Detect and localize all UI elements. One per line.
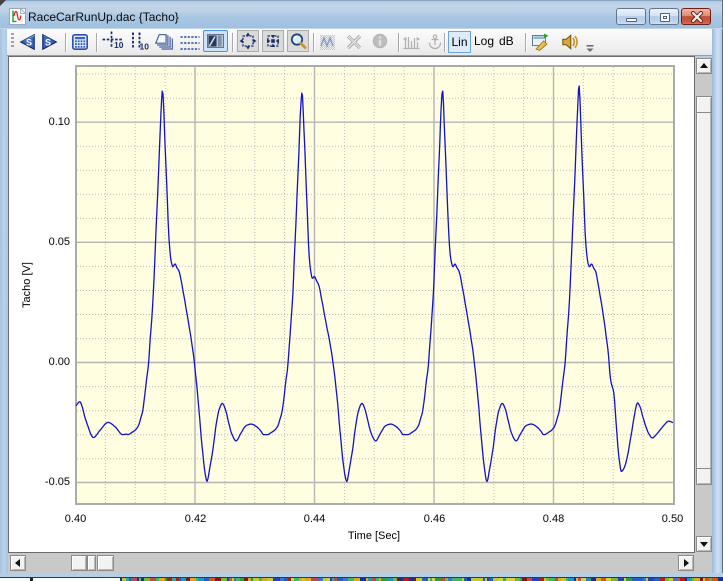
svg-text:10: 10 [140,42,150,51]
svg-text:S: S [26,38,32,48]
svg-text:10: 10 [114,40,124,50]
svg-text:S: S [45,38,51,48]
